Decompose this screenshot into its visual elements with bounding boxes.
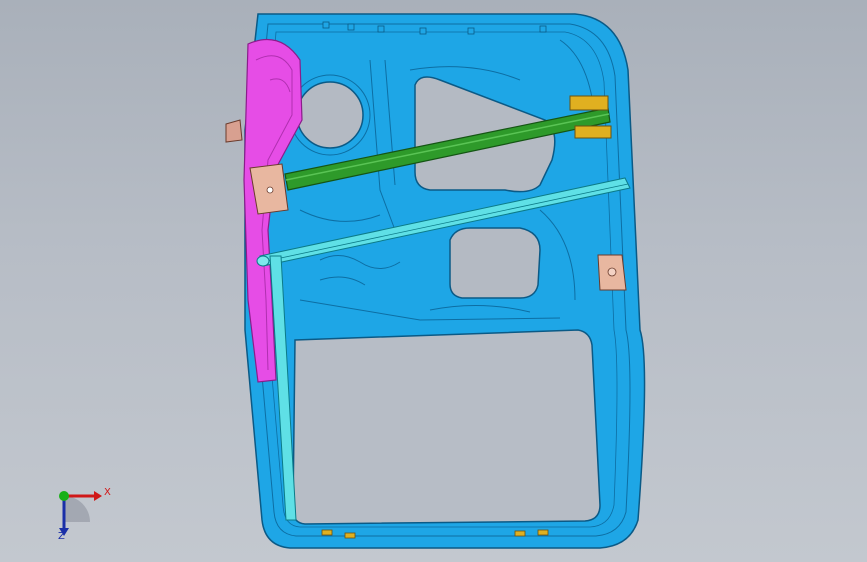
door-assembly-model[interactable]	[0, 0, 867, 562]
triad-shadow	[64, 496, 90, 522]
x-axis-label: X	[104, 487, 111, 498]
lower-access-opening	[449, 227, 541, 299]
graphics-viewport[interactable]: X Z	[0, 0, 867, 562]
speaker-opening	[296, 81, 364, 149]
hinge-tab[interactable]	[225, 119, 243, 143]
y-axis-dot	[59, 491, 69, 501]
latch-bracket-right[interactable]	[597, 254, 627, 291]
z-axis-label: Z	[58, 531, 65, 542]
window-opening	[292, 329, 601, 525]
